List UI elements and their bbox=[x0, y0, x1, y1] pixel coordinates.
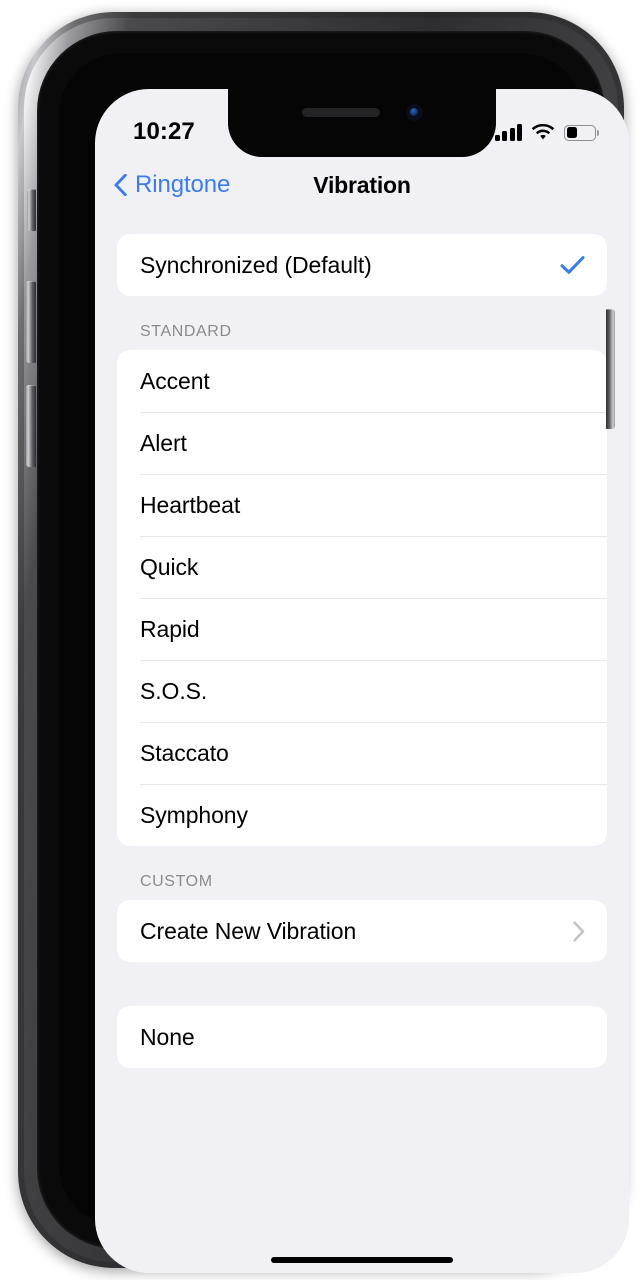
phone-frame-outer: 10:27 Ringtone Vibration Synchronized (D… bbox=[18, 12, 629, 1273]
mute-switch-button[interactable] bbox=[27, 189, 36, 231]
battery-fill bbox=[566, 127, 578, 138]
power-button[interactable] bbox=[606, 309, 615, 429]
section-none: None bbox=[117, 1006, 607, 1068]
row-label: Create New Vibration bbox=[140, 917, 357, 944]
row-create-new-vibration[interactable]: Create New Vibration bbox=[117, 900, 607, 962]
row-accent[interactable]: Accent bbox=[117, 350, 607, 412]
cellular-signal-icon bbox=[494, 124, 522, 141]
checkmark-icon bbox=[560, 256, 585, 274]
earpiece-speaker-icon bbox=[301, 107, 380, 117]
content-top-spacer bbox=[117, 213, 607, 234]
row-heartbeat[interactable]: Heartbeat bbox=[117, 474, 607, 536]
row-symphony[interactable]: Symphony bbox=[117, 784, 607, 846]
status-indicators bbox=[494, 123, 600, 141]
row-label: Quick bbox=[140, 553, 199, 580]
row-quick[interactable]: Quick bbox=[117, 536, 607, 598]
phone-bezel: 10:27 Ringtone Vibration Synchronized (D… bbox=[59, 53, 629, 1273]
chevron-right-icon bbox=[573, 920, 585, 942]
row-label: Rapid bbox=[140, 615, 200, 642]
row-synchronized-default[interactable]: Synchronized (Default) bbox=[117, 234, 607, 296]
front-camera-icon bbox=[405, 103, 423, 121]
chevron-left-icon bbox=[114, 174, 127, 196]
section-custom: Create New Vibration bbox=[117, 900, 607, 962]
back-button-label: Ringtone bbox=[135, 171, 231, 198]
row-label: S.O.S. bbox=[140, 677, 208, 704]
phone-frame-band: 10:27 Ringtone Vibration Synchronized (D… bbox=[24, 18, 629, 1273]
row-label: None bbox=[140, 1023, 195, 1050]
section-header-custom: CUSTOM bbox=[140, 873, 213, 890]
volume-down-button[interactable] bbox=[26, 385, 36, 467]
row-none[interactable]: None bbox=[117, 1006, 607, 1068]
back-button[interactable]: Ringtone bbox=[114, 171, 230, 199]
section-header-standard: STANDARD bbox=[140, 323, 232, 340]
row-sos[interactable]: S.O.S. bbox=[117, 660, 607, 722]
row-label: Accent bbox=[140, 367, 210, 394]
volume-up-button[interactable] bbox=[26, 281, 36, 363]
settings-list[interactable]: Synchronized (Default) STANDARD Accent A… bbox=[95, 213, 629, 1273]
row-staccato[interactable]: Staccato bbox=[117, 722, 607, 784]
navigation-bar: Ringtone Vibration bbox=[95, 157, 629, 213]
row-label: Synchronized (Default) bbox=[140, 251, 372, 278]
section-standard: Accent Alert Heartbeat Quick Rapid S.O.S… bbox=[117, 350, 607, 846]
screenshot-stage: 10:27 Ringtone Vibration Synchronized (D… bbox=[0, 0, 642, 1280]
phone-screen: 10:27 Ringtone Vibration Synchronized (D… bbox=[95, 89, 629, 1273]
row-label: Heartbeat bbox=[140, 491, 241, 518]
notch bbox=[228, 89, 496, 157]
home-indicator[interactable] bbox=[271, 1257, 453, 1263]
row-rapid[interactable]: Rapid bbox=[117, 598, 607, 660]
row-label: Staccato bbox=[140, 739, 229, 766]
battery-icon bbox=[564, 124, 596, 141]
row-label: Symphony bbox=[140, 801, 248, 828]
section-default: Synchronized (Default) bbox=[117, 234, 607, 296]
row-label: Alert bbox=[140, 429, 187, 456]
wifi-icon bbox=[531, 123, 555, 139]
phone-frame-inner: 10:27 Ringtone Vibration Synchronized (D… bbox=[37, 31, 629, 1273]
status-time: 10:27 bbox=[133, 118, 195, 145]
row-alert[interactable]: Alert bbox=[117, 412, 607, 474]
